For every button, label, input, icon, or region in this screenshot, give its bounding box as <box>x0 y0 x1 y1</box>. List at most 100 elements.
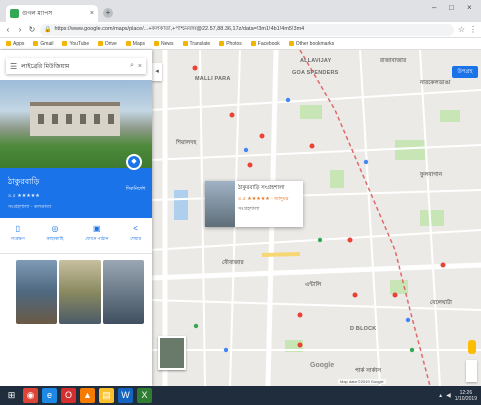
bookmark-folder-icon <box>288 41 294 46</box>
browser-tab[interactable]: গুগল ম্যাপস × <box>6 5 98 22</box>
opera-icon[interactable]: O <box>61 388 76 403</box>
search-box[interactable]: ☰ লাইব্রেরি মিউজিয়াম ⌕ × <box>6 58 146 74</box>
bookmark-item[interactable]: YouTube <box>62 41 89 47</box>
bookmark-label: Apps <box>13 40 25 47</box>
bookmark-item[interactable]: Translate <box>182 41 210 47</box>
bookmark-label: Maps <box>132 40 146 47</box>
card-category: সংগ্রহশালা <box>238 206 260 212</box>
action-nearby-button[interactable]: ◎ কাছাকাছি <box>47 224 64 253</box>
bookmark-item[interactable]: Maps <box>125 40 146 47</box>
chrome-icon[interactable]: ◉ <box>23 388 38 403</box>
tab-close-icon[interactable]: × <box>90 10 94 17</box>
vlc-icon[interactable]: ▲ <box>80 388 95 403</box>
start-icon[interactable]: ⊞ <box>4 388 19 403</box>
directions-button[interactable]: ◆ <box>126 154 142 170</box>
hamburger-menu-icon[interactable]: ☰ <box>10 62 17 71</box>
place-panel: ☰ লাইব্রেরি মিউজিয়াম ⌕ × ঠাকুরবাড়ি ৪.৫… <box>0 50 152 386</box>
bookmark-label: Drive <box>105 40 117 47</box>
maximize-button[interactable]: □ <box>449 3 454 12</box>
search-input[interactable]: লাইব্রেরি মিউজিয়াম <box>21 61 126 72</box>
place-rating: ৪.৫ ★★★★★ <box>8 193 40 199</box>
photo-thumbnail[interactable] <box>16 260 58 324</box>
action-label: কাছাকাছি <box>46 236 64 241</box>
bookmark-folder-icon <box>154 41 160 46</box>
map-label-allavijay: ALLAVIJAY <box>300 58 332 64</box>
lock-icon: 🔒 <box>44 27 52 33</box>
browser-menu-icon[interactable]: ⋮ <box>469 25 477 34</box>
satellite-toggle-button[interactable]: উপগ্রহ <box>452 66 478 78</box>
bookmark-item[interactable]: Drive <box>98 41 117 47</box>
bookmark-folder-icon <box>6 41 11 46</box>
nearby-icon: ◎ <box>51 224 59 233</box>
bookmark-item[interactable]: Photos <box>219 41 242 47</box>
map-label-sealdah: শিয়ালদহ <box>176 140 197 146</box>
map-label-rajabazar: রাজাবাজার <box>380 58 407 64</box>
bookmark-folder-icon <box>98 41 104 46</box>
phone-icon: ▣ <box>93 224 101 233</box>
bookmark-label: Facebook <box>257 40 280 47</box>
bookmark-label: News <box>161 40 174 47</box>
tab-title: গুগল ম্যাপস <box>22 11 53 17</box>
zoom-controls[interactable] <box>466 360 477 382</box>
search-icon[interactable]: ⌕ <box>130 62 134 70</box>
map-label-beleghata: বেলেঘাটা <box>430 300 452 306</box>
place-category: সংগ্রহশালা · কলকাতা <box>8 204 52 210</box>
maps-favicon-icon <box>10 9 19 18</box>
bookmark-folder-icon <box>182 41 188 46</box>
bookmark-label: Other bookmarks <box>295 40 335 47</box>
action-label: ফোনে পাঠান <box>85 236 109 241</box>
action-share-button[interactable]: < শেয়ার <box>130 224 141 253</box>
address-url: https://www.google.com/maps/place/...+কল… <box>54 25 305 32</box>
share-icon: < <box>133 224 138 233</box>
bookmark-folder-icon <box>33 41 39 46</box>
photo-thumbnail[interactable] <box>102 260 144 324</box>
tab-strip: গুগল ম্যাপস × + – □ × <box>0 0 481 22</box>
bookmark-label: YouTube <box>69 40 90 47</box>
map-label-dblock: D BLOCK <box>350 326 377 332</box>
minimize-button[interactable]: – <box>432 3 436 12</box>
place-thumbnail <box>205 181 235 227</box>
clear-search-icon[interactable]: × <box>138 63 142 70</box>
map-label-park: পার্ক সার্কাস <box>355 368 382 374</box>
place-actions: ▯ সংরক্ষণ ◎ কাছাকাছি ▣ ফোনে পাঠান < শেয়ার <box>0 218 152 254</box>
forward-arrow-icon[interactable]: › <box>16 25 24 34</box>
clock[interactable]: 12:26 1/10/2019 <box>455 390 477 402</box>
map-label-narkel: নারকেলডাঙা <box>420 80 451 86</box>
bookmark-folder-icon <box>62 41 68 46</box>
action-label: শেয়ার <box>130 236 142 241</box>
photo-thumbnail[interactable] <box>59 260 101 324</box>
excel-icon[interactable]: X <box>137 388 152 403</box>
bookmark-item[interactable]: Apps <box>6 41 24 47</box>
street-view-pegman-icon[interactable] <box>468 340 476 354</box>
card-rating: ৪.৫ ★★★★★ · জাদুঘর <box>238 196 289 202</box>
save-icon: ▯ <box>15 224 20 233</box>
windows-taskbar: ⊞ ◉ e O ▲ ▤ W X ▴ ◀ 12:26 1/10/2019 <box>0 386 481 405</box>
layers-toggle[interactable] <box>158 336 186 370</box>
google-logo: Google <box>310 362 335 369</box>
volume-icon[interactable]: ◀ <box>446 392 451 399</box>
window-close-button[interactable]: × <box>467 3 472 12</box>
bookmark-item[interactable]: Facebook <box>250 40 280 47</box>
collapse-panel-button[interactable]: ◂ <box>152 63 162 81</box>
ie-icon[interactable]: e <box>42 388 57 403</box>
bookmark-folder-icon <box>125 41 131 46</box>
photo-gallery[interactable] <box>16 260 144 324</box>
explorer-icon[interactable]: ▤ <box>99 388 114 403</box>
bookmark-item[interactable]: News <box>154 41 174 47</box>
back-arrow-icon[interactable]: ‹ <box>4 25 12 34</box>
reload-icon[interactable]: ↻ <box>28 25 36 34</box>
map-label-mallipara: MALLI PARA <box>195 76 231 82</box>
bookmark-item[interactable]: Gmail <box>33 41 53 47</box>
action-save-button[interactable]: ▯ সংরক্ষণ <box>11 224 25 253</box>
browser-toolbar: ‹ › ↻ 🔒 https://www.google.com/maps/plac… <box>0 22 481 38</box>
action-label: সংরক্ষণ <box>10 236 25 241</box>
bookmark-item[interactable]: Other bookmarks <box>288 40 335 47</box>
place-hover-card[interactable]: ঠাকুরবাড়ি সংগ্রহশালা ৪.৫ ★★★★★ · জাদুঘর… <box>205 181 303 227</box>
network-icon[interactable]: ▴ <box>439 392 442 399</box>
action-phone-button[interactable]: ▣ ফোনে পাঠান <box>85 224 108 253</box>
address-bar[interactable]: 🔒 https://www.google.com/maps/place/...+… <box>40 23 454 36</box>
word-icon[interactable]: W <box>118 388 133 403</box>
place-name: ঠাকুরবাড়ি <box>8 177 40 186</box>
bookmark-star-icon[interactable]: ☆ <box>458 25 465 34</box>
new-tab-button[interactable]: + <box>103 8 113 18</box>
